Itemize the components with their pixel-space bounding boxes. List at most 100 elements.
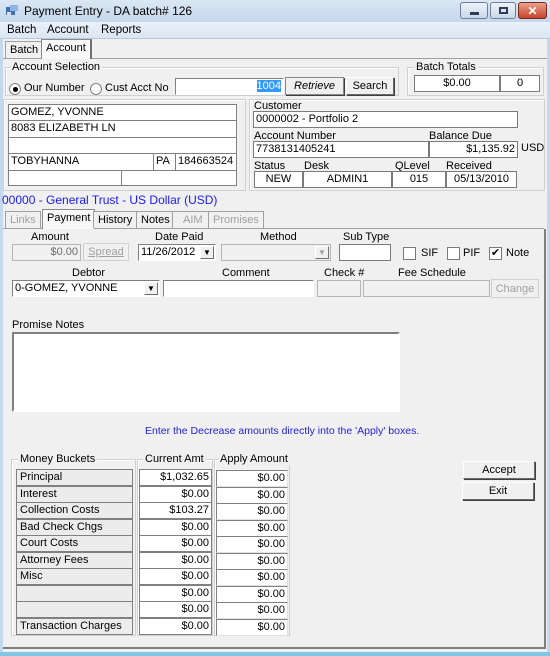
maximize-icon (498, 7, 508, 14)
check-number-input[interactable] (317, 280, 361, 297)
debtor-dropdown-arrow-icon[interactable]: ▼ (144, 282, 158, 295)
address-state: PA (154, 154, 176, 171)
batch-total-count: 0 (500, 75, 540, 92)
comment-input[interactable] (163, 280, 314, 297)
sif-checkbox[interactable] (403, 247, 416, 260)
radio-cust-acct[interactable] (90, 83, 102, 95)
date-dropdown-arrow-icon[interactable]: ▼ (200, 246, 214, 259)
fee-schedule-label: Fee Schedule (398, 267, 466, 279)
bucket-apply-input[interactable]: $0.00 (216, 470, 288, 487)
account-number-value: 1004 (256, 80, 281, 92)
maximize-button[interactable] (490, 2, 516, 19)
pif-label: PIF (463, 247, 481, 259)
bucket-current-amount: $0.00 (139, 618, 212, 635)
account-number-input[interactable]: 1004 (175, 78, 284, 95)
desk-value: ADMIN1 (303, 171, 392, 188)
bucket-apply-input[interactable]: $0.00 (216, 619, 288, 636)
bucket-name (16, 585, 133, 602)
search-button[interactable]: Search (346, 77, 394, 95)
apply-amount-header: Apply Amount (218, 453, 290, 465)
accept-button[interactable]: Accept (463, 461, 535, 479)
bucket-name: Misc (16, 568, 133, 585)
current-amt-header: Current Amt (143, 453, 206, 465)
bucket-current-amount: $0.00 (139, 552, 212, 569)
bucket-apply-input[interactable]: $0.00 (216, 569, 288, 586)
tab-account[interactable]: Account (41, 39, 92, 59)
fee-schedule-input[interactable] (363, 280, 490, 297)
tab-history[interactable]: History (93, 211, 138, 228)
minimize-button[interactable] (460, 2, 488, 19)
bucket-apply-input[interactable]: $0.00 (216, 586, 288, 603)
bucket-apply-input[interactable]: $0.00 (216, 487, 288, 504)
address-extra2 (122, 171, 236, 185)
pif-checkbox[interactable] (447, 247, 460, 260)
date-paid-value: 11/26/2012 (141, 246, 196, 258)
date-paid-input[interactable]: 11/26/2012 ▼ (138, 244, 216, 261)
exit-label: Exit (488, 485, 508, 497)
minimize-icon (469, 11, 479, 15)
close-button[interactable]: ✕ (518, 2, 547, 19)
received-value: 05/13/2010 (446, 171, 517, 188)
change-button[interactable]: Change (491, 279, 539, 298)
tab-promises[interactable]: Promises (208, 211, 264, 228)
trust-line: 00000 - General Trust - US Dollar (USD) (2, 193, 218, 207)
tab-payment[interactable]: Payment (42, 209, 96, 229)
window-bottom-border (0, 652, 550, 656)
bucket-current-amount: $0.00 (139, 568, 212, 585)
tab-links[interactable]: Links (5, 211, 41, 228)
address-zip: 184663524 (176, 154, 236, 171)
debtor-value: 0-GOMEZ, YVONNE (15, 282, 118, 294)
panel-border-bottom (3, 647, 546, 649)
date-paid-label: Date Paid (155, 231, 204, 243)
bucket-name: Collection Costs (16, 502, 133, 519)
menu-batch[interactable]: Batch (7, 24, 36, 36)
bucket-apply-input[interactable]: $0.00 (216, 520, 288, 537)
tab-links-label: Links (10, 214, 36, 226)
sub-type-input[interactable] (339, 244, 391, 261)
note-checkbox[interactable]: ✔ (489, 247, 502, 260)
exit-button[interactable]: Exit (462, 482, 534, 500)
customer-value: 0000002 - Portfolio 2 (253, 111, 518, 128)
close-icon: ✕ (527, 3, 538, 18)
bucket-current-amount: $1,032.65 (139, 469, 212, 486)
retrieve-button[interactable]: Retrieve (285, 77, 344, 95)
qlevel-value: 015 (392, 171, 446, 188)
amount-input[interactable]: $0.00 (12, 244, 81, 261)
status-value: NEW (254, 171, 303, 188)
menu-account[interactable]: Account (47, 24, 89, 36)
bucket-current-amount: $103.27 (139, 502, 212, 519)
sif-label: SIF (421, 247, 439, 259)
radio-our-number[interactable] (9, 83, 21, 95)
balance-due-value: $1,135.92 (429, 141, 518, 158)
bucket-current-amount: $0.00 (139, 519, 212, 536)
retrieve-label: Retrieve (294, 80, 335, 92)
bucket-apply-input[interactable]: $0.00 (216, 553, 288, 570)
tab-history-label: History (98, 214, 133, 226)
menu-bar: Batch Account Reports (0, 22, 550, 39)
account-selection-label: Account Selection (10, 61, 103, 73)
address-name: GOMEZ, YVONNE (9, 105, 236, 121)
bucket-current-amount: $0.00 (139, 585, 212, 602)
account-number-value: 7738131405241 (253, 141, 429, 158)
bucket-apply-input[interactable]: $0.00 (216, 503, 288, 520)
method-select[interactable]: ▼ (221, 244, 331, 261)
currency-label: USD (521, 142, 545, 154)
tab-promises-label: Promises (213, 214, 259, 226)
address-extra1 (9, 171, 122, 185)
tab-notes[interactable]: Notes (136, 211, 175, 228)
promise-notes-textarea[interactable] (12, 332, 400, 412)
debtor-label: Debtor (72, 267, 106, 279)
tab-batch-label: Batch (10, 44, 39, 56)
radio-cust-acct-label: Cust Acct No (105, 82, 169, 94)
note-label: Note (506, 247, 530, 259)
bucket-apply-input[interactable]: $0.00 (216, 602, 288, 619)
search-label: Search (352, 80, 388, 92)
spread-button[interactable]: Spread (83, 243, 129, 261)
sub-type-label: Sub Type (343, 231, 390, 243)
bucket-apply-input[interactable]: $0.00 (216, 536, 288, 553)
tab-batch[interactable]: Batch (5, 41, 44, 58)
debtor-select[interactable]: 0-GOMEZ, YVONNE ▼ (12, 280, 160, 297)
method-dropdown-arrow-icon[interactable]: ▼ (315, 246, 329, 259)
menu-reports[interactable]: Reports (101, 24, 141, 36)
check-number-label: Check # (324, 267, 365, 279)
